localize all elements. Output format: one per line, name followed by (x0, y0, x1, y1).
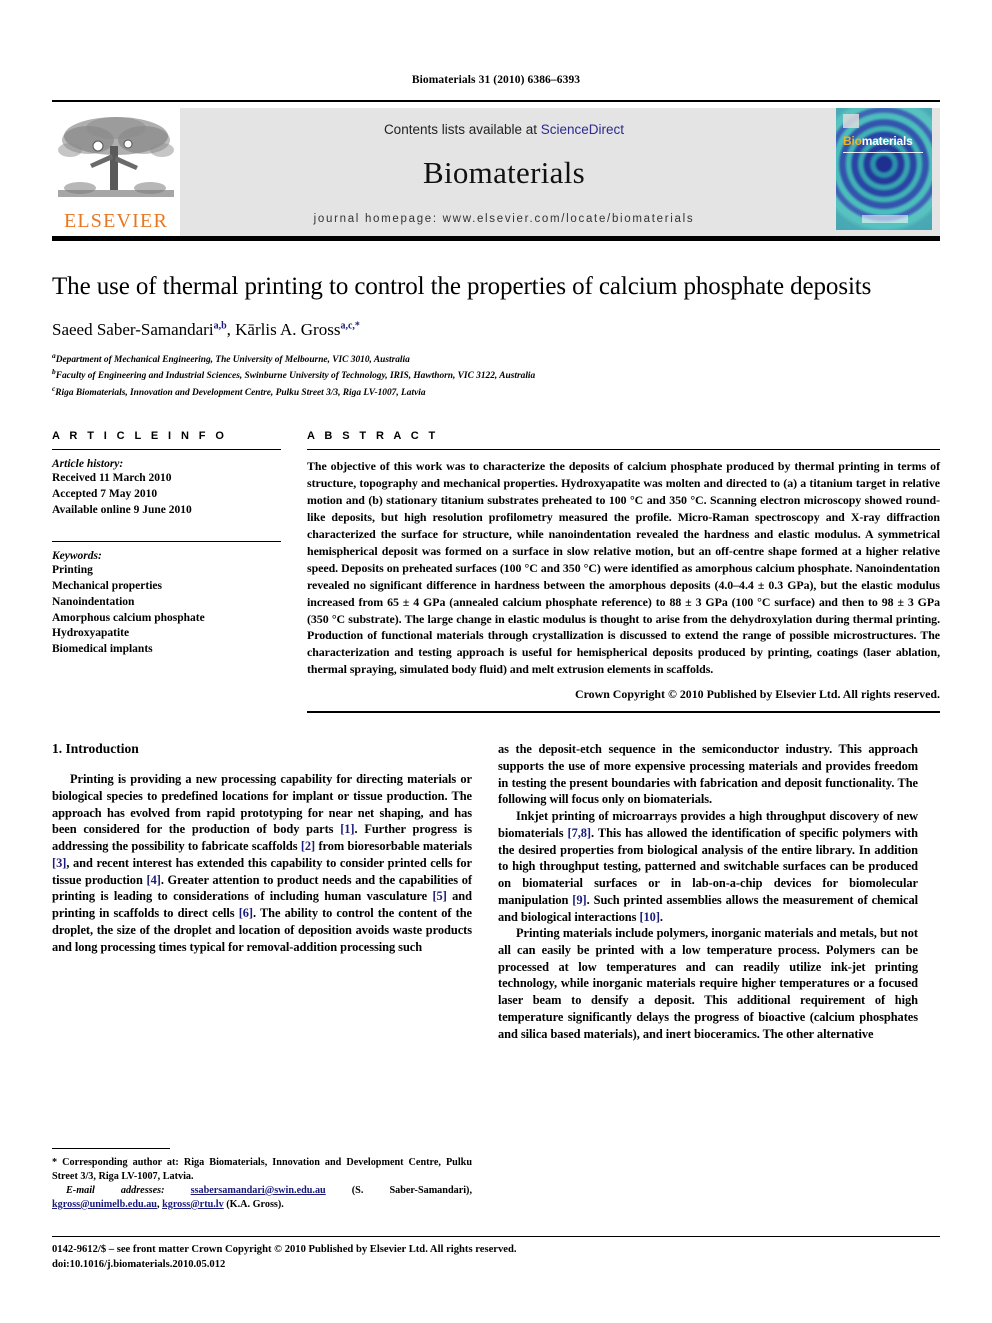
journal-homepage-line[interactable]: journal homepage: www.elsevier.com/locat… (314, 213, 695, 225)
masthead-bottom-rule (52, 236, 940, 241)
elsevier-logo: ELSEVIER (52, 108, 180, 236)
citation-5[interactable]: [5] (432, 889, 446, 903)
citation-2[interactable]: [2] (301, 839, 315, 853)
citation-7-8[interactable]: [7,8] (568, 826, 592, 840)
corresponding-author-note: * Corresponding author at: Riga Biomater… (52, 1157, 472, 1182)
journal-cover-block: Biomaterials (828, 108, 940, 236)
affiliation-b-text: Faculty of Engineering and Industrial Sc… (55, 371, 536, 382)
keyword-hydroxyapatite: Hydroxyapatite (52, 627, 130, 640)
article-info-kicker: A R T I C L E I N F O (52, 430, 228, 443)
author-list: Saeed Saber-Samandaria,b, Kārlis A. Gros… (52, 320, 940, 340)
keyword-amorphous-calcium-phosphate: Amorphous calcium phosphate (52, 611, 205, 624)
footnote-block: * Corresponding author at: Riga Biomater… (52, 1148, 472, 1212)
elsevier-tree-icon (58, 117, 174, 197)
email-link-3[interactable]: kgross@rtu.lv (162, 1199, 224, 1210)
affiliation-list: aDepartment of Mechanical Engineering, T… (52, 351, 940, 400)
abstract-text: The objective of this work was to charac… (307, 459, 940, 677)
intro-right-2d: . (659, 909, 663, 924)
cover-elsevier-logo-icon (843, 114, 859, 128)
contents-prefix: Contents lists available at (383, 122, 541, 137)
article-info-column: A R T I C L E I N F O Article history: R… (52, 430, 281, 713)
journal-masthead: ELSEVIER Contents lists available at Sci… (52, 100, 940, 236)
cover-title: Biomaterials (843, 134, 913, 148)
info-abstract-section: A R T I C L E I N F O Article history: R… (52, 430, 940, 714)
cover-divider (843, 152, 923, 153)
citation-1[interactable]: [1] (340, 822, 354, 836)
article-history-heading: Article history: (52, 458, 124, 471)
journal-cover-image: Biomaterials (836, 108, 932, 230)
article-info-rule (52, 449, 281, 451)
journal-banner: Contents lists available at ScienceDirec… (180, 108, 828, 236)
article-history-online: Available online 9 June 2010 (52, 504, 192, 517)
abstract-copyright: Crown Copyright © 2010 Published by Else… (575, 687, 940, 702)
abstract-rule-top (307, 449, 940, 451)
sciencedirect-link[interactable]: ScienceDirect (541, 122, 624, 137)
email-1-owner: (S. Saber-Samandari), (325, 1184, 472, 1196)
email-link-1[interactable]: ssabersamandari@swin.edu.au (191, 1185, 326, 1196)
cover-title-materials: materials (861, 134, 913, 148)
title-block: The use of thermal printing to control t… (52, 271, 940, 400)
intro-left-c: from bioresorbable materials (315, 839, 472, 854)
keyword-biomedical-implants: Biomedical implants (52, 643, 153, 656)
author-2-affiliation-marker: a,c,* (340, 320, 360, 332)
running-head: Biomaterials 31 (2010) 6386–6393 (411, 74, 581, 86)
affiliation-c: cRiga Biomaterials, Innovation and Devel… (52, 384, 940, 400)
article-body: 1. Introduction Printing is providing a … (52, 741, 940, 1042)
citation-10[interactable]: [10] (639, 910, 660, 924)
citation-6[interactable]: [6] (239, 906, 253, 920)
affiliation-a: aDepartment of Mechanical Engineering, T… (52, 351, 940, 367)
intro-paragraph-right-2: Inkjet printing of microarrays provides … (498, 808, 918, 925)
author-1: Saeed Saber-Samandari (52, 320, 214, 339)
article-history-accepted: Accepted 7 May 2010 (52, 488, 158, 501)
cover-footer-band (862, 215, 908, 223)
affiliation-b: bFaculty of Engineering and Industrial S… (52, 367, 940, 383)
body-column-left: 1. Introduction Printing is providing a … (52, 741, 472, 1042)
intro-paragraph-right-3: Printing materials include polymers, ino… (498, 926, 918, 1041)
author-1-affiliation-marker: a,b (213, 320, 227, 332)
citation-3[interactable]: [3] (52, 856, 66, 870)
keyword-nanoindentation: Nanoindentation (52, 595, 135, 608)
page-footer: 0142-9612/$ – see front matter Crown Cop… (52, 1243, 612, 1273)
keyword-printing: Printing (52, 563, 93, 576)
author-separator: , (226, 320, 236, 339)
email-note: E-mail addresses: ssabersamandari@swin.e… (52, 1184, 472, 1212)
section-heading-introduction: 1. Introduction (52, 741, 139, 757)
keywords-rule (52, 540, 281, 542)
keywords-heading: Keywords: (52, 549, 102, 562)
cover-title-bio: Bio (843, 134, 862, 148)
paper-page: Biomaterials 31 (2010) 6386–6393 ELSEVIE… (0, 0, 992, 1323)
affiliation-c-text: Riga Biomaterials, Innovation and Develo… (55, 388, 426, 399)
footer-divider (52, 1236, 940, 1237)
email-link-2[interactable]: kgross@unimelb.edu.au (52, 1199, 157, 1210)
contents-available-line: Contents lists available at ScienceDirec… (384, 122, 624, 137)
citation-4[interactable]: [4] (147, 873, 161, 887)
citation-9[interactable]: [9] (572, 893, 586, 907)
email-3-owner: (K.A. Gross). (223, 1198, 284, 1210)
author-2: Kārlis A. Gross (235, 320, 341, 339)
abstract-kicker: A B S T R A C T (307, 430, 439, 443)
elsevier-wordmark: ELSEVIER (63, 210, 169, 232)
intro-paragraph-right-1: as the deposit-etch sequence in the semi… (498, 742, 918, 807)
keyword-mechanical-properties: Mechanical properties (52, 579, 162, 592)
footer-issn-line: 0142-9612/$ – see front matter Crown Cop… (52, 1244, 517, 1255)
article-history-received: Received 11 March 2010 (52, 472, 172, 485)
journal-title: Biomaterials (422, 155, 585, 190)
footnote-divider (52, 1148, 170, 1149)
intro-paragraph-left: Printing is providing a new processing c… (52, 771, 472, 955)
affiliation-a-text: Department of Mechanical Engineering, Th… (55, 355, 410, 366)
body-column-right: as the deposit-etch sequence in the semi… (498, 741, 918, 1042)
page-title: The use of thermal printing to control t… (52, 273, 872, 300)
abstract-rule-bottom (307, 711, 940, 714)
email-label: E-mail addresses: (66, 1184, 165, 1196)
abstract-column: A B S T R A C T The objective of this wo… (307, 430, 940, 714)
footer-doi-line[interactable]: doi:10.1016/j.biomaterials.2010.05.012 (52, 1258, 612, 1273)
